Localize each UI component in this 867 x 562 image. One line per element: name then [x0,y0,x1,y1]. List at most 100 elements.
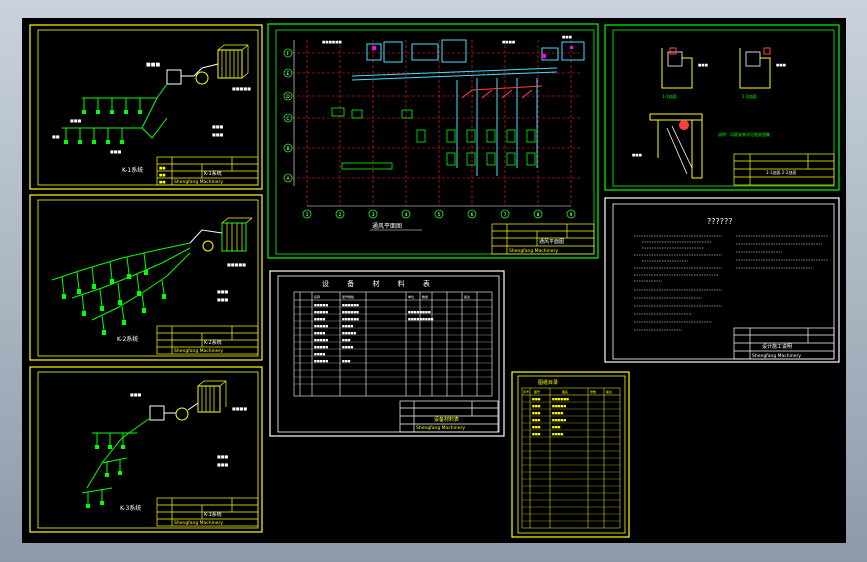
sheet-design-notes[interactable]: ?????? 设计施工说明 Shengfang Machinery [604,197,840,363]
svg-text:■■■■■: ■■■■■ [232,86,251,91]
svg-text:■■■: ■■■ [342,359,351,363]
svg-text:■■■■■: ■■■■■ [342,331,356,335]
axis-number: 2 [339,212,342,218]
iso1-company: Shengfang Machinery [174,179,223,185]
notes-title-block: 设计施工说明 [762,343,792,350]
sheet-equipment-table[interactable]: 设 备 材 料 表 名称 型号规格 单位 数量 备注 ■■■■■■■■■■■ [269,270,505,437]
axis-number: 3 [372,212,375,218]
svg-text:■■: ■■ [159,166,166,170]
index-header: 图名 [562,389,568,394]
svg-text:■■: ■■ [159,180,166,184]
sheet-detail-sections[interactable]: 1-1剖面 2-2剖面 说明：风管安装详见相关图集 ■■■ ■■■ ■■■ 1-1剖面… [604,24,840,191]
cad-model-space[interactable]: ■■■ ■■■ ■■ ■■■ ■■■ ■■■■■ ■■■ K-1系统 K-1系统 She… [22,18,846,543]
svg-text:■■■: ■■■ [632,153,642,157]
svg-text:■■■: ■■■ [532,411,541,415]
table-header: 名称 [314,294,320,299]
svg-text:■■■: ■■■ [217,289,229,294]
svg-text:■■■: ■■■ [70,118,82,123]
section-label: 1-1剖面 [662,93,677,99]
equipment-company: Shengfang Machinery [416,425,465,431]
axis-letter: F [287,51,290,57]
svg-text:■■■■: ■■■■ [552,432,564,436]
detail-note: 说明：风管安装详见相关图集 [718,131,770,137]
index-header: 备注 [606,389,612,394]
svg-text:■■■■: ■■■■ [342,324,354,328]
axis-number: 7 [504,212,507,218]
svg-text:■■■■■: ■■■■■ [314,324,328,328]
iso1-title: K-1系统 [204,170,222,177]
sheet-ventilation-plan[interactable]: 1 2 3 4 5 6 7 8 9 F E D C B A ■■■■■■ ■■■… [267,23,599,259]
svg-text:■■■: ■■■ [217,297,229,302]
svg-text:■■■: ■■■ [532,418,541,422]
plan-title: 通风平面图 [539,238,564,245]
svg-text:■■■: ■■■ [532,425,541,429]
detail-title: 1-1剖面 2-2剖面 [766,169,796,175]
iso1-caption: K-1系统 [122,166,143,174]
svg-text:■■■■■: ■■■■■ [314,359,328,363]
svg-text:■■■■■■: ■■■■■■ [342,310,359,314]
svg-text:■■■■■■■■: ■■■■■■■■ [408,310,431,314]
svg-text:■■■■■: ■■■■■ [552,418,566,422]
notes-title: ?????? [707,217,732,226]
axis-number: 8 [537,212,540,218]
svg-text:■■■: ■■■ [562,35,572,39]
drawing-canvas[interactable]: ■■■■■■■■ ■■■■■■■■■■■ ■■■ K-1系统 K-1系统 She… [22,18,846,543]
svg-text:■■■■■: ■■■■■ [552,404,566,408]
svg-text:■■■: ■■■ [776,63,786,67]
label-fresh-air: ■■■ [146,62,160,68]
index-header: 序号 [523,389,529,394]
table-header: 备注 [464,294,470,299]
table-header: 数量 [422,294,428,299]
svg-text:■■: ■■ [52,134,60,139]
svg-text:■■■: ■■■ [532,397,541,401]
svg-text:■■■: ■■■ [532,404,541,408]
sheet-iso-3[interactable]: ■■■■■■■■■■■■■ K-3系统 K-3系统 Shengfang Mach… [29,366,263,533]
svg-text:■■■■■: ■■■■■ [314,310,328,314]
svg-text:■■■■: ■■■■ [232,406,247,411]
notes-company: Shengfang Machinery [752,353,801,359]
table-header: 型号规格 [342,294,354,299]
sheet-iso-2[interactable]: ■■■■■■■■■■■ K-2系统 K-2系统 Shengfang Machin… [29,194,263,361]
svg-text:■■■■■■: ■■■■■■ [552,397,569,401]
iso2-title: K-2系统 [204,339,222,346]
sheet-iso-1[interactable]: ■■■■■■■■ ■■■■■■■■■■■ ■■■ K-1系统 K-1系统 She… [29,24,263,190]
svg-text:■■■■: ■■■■ [314,331,326,335]
svg-text:■■■■■: ■■■■■ [314,345,328,349]
svg-text:■■■: ■■■ [217,454,229,459]
index-header: 图号 [534,389,540,394]
plan-caption: 通风平面图 [372,222,402,230]
svg-text:■■■: ■■■ [212,132,224,137]
axis-letter: C [286,116,289,122]
svg-text:■■■: ■■■ [110,149,122,154]
svg-text:■■■■■■: ■■■■■■ [342,303,359,307]
iso3-title: K-3系统 [204,511,222,518]
table-header: 单位 [408,294,414,299]
sheet-drawing-index[interactable]: 图纸目录 序号 图号 图名 张数 备注 ■■■ ■■■■■■ ■■■ ■■■■■… [511,371,630,538]
svg-text:■■■: ■■■ [342,338,351,342]
axis-number: 5 [438,212,441,218]
svg-text:■■■■: ■■■■ [342,345,354,349]
svg-text:■■■: ■■■ [212,124,224,129]
svg-text:■■■: ■■■ [532,432,541,436]
iso2-company: Shengfang Machinery [174,348,223,354]
svg-text:■■: ■■ [159,173,166,177]
axis-number: 6 [471,212,474,218]
svg-text:■■■: ■■■ [698,63,708,67]
svg-text:■■■■■: ■■■■■ [227,262,246,267]
svg-text:■■■■: ■■■■ [502,40,515,44]
axis-number: 9 [570,212,573,218]
svg-text:■■■■■■: ■■■■■■ [322,40,342,44]
equipment-title-block: 设备材料表 [434,416,459,423]
equipment-title: 设 备 材 料 表 [322,279,438,288]
index-title: 图纸目录 [538,379,558,386]
section-label: 2-2剖面 [742,93,757,99]
svg-text:■■■: ■■■ [130,392,142,397]
axis-number: 4 [405,212,408,218]
iso3-caption: K-3系统 [120,504,141,512]
axis-number: 1 [306,212,309,218]
axis-letter: D [286,94,290,100]
plan-company: Shengfang Machinery [509,248,558,254]
svg-text:■■■■■■: ■■■■■■ [342,317,359,321]
svg-text:■■■■■: ■■■■■ [314,303,328,307]
svg-text:■■■■: ■■■■ [314,317,326,321]
